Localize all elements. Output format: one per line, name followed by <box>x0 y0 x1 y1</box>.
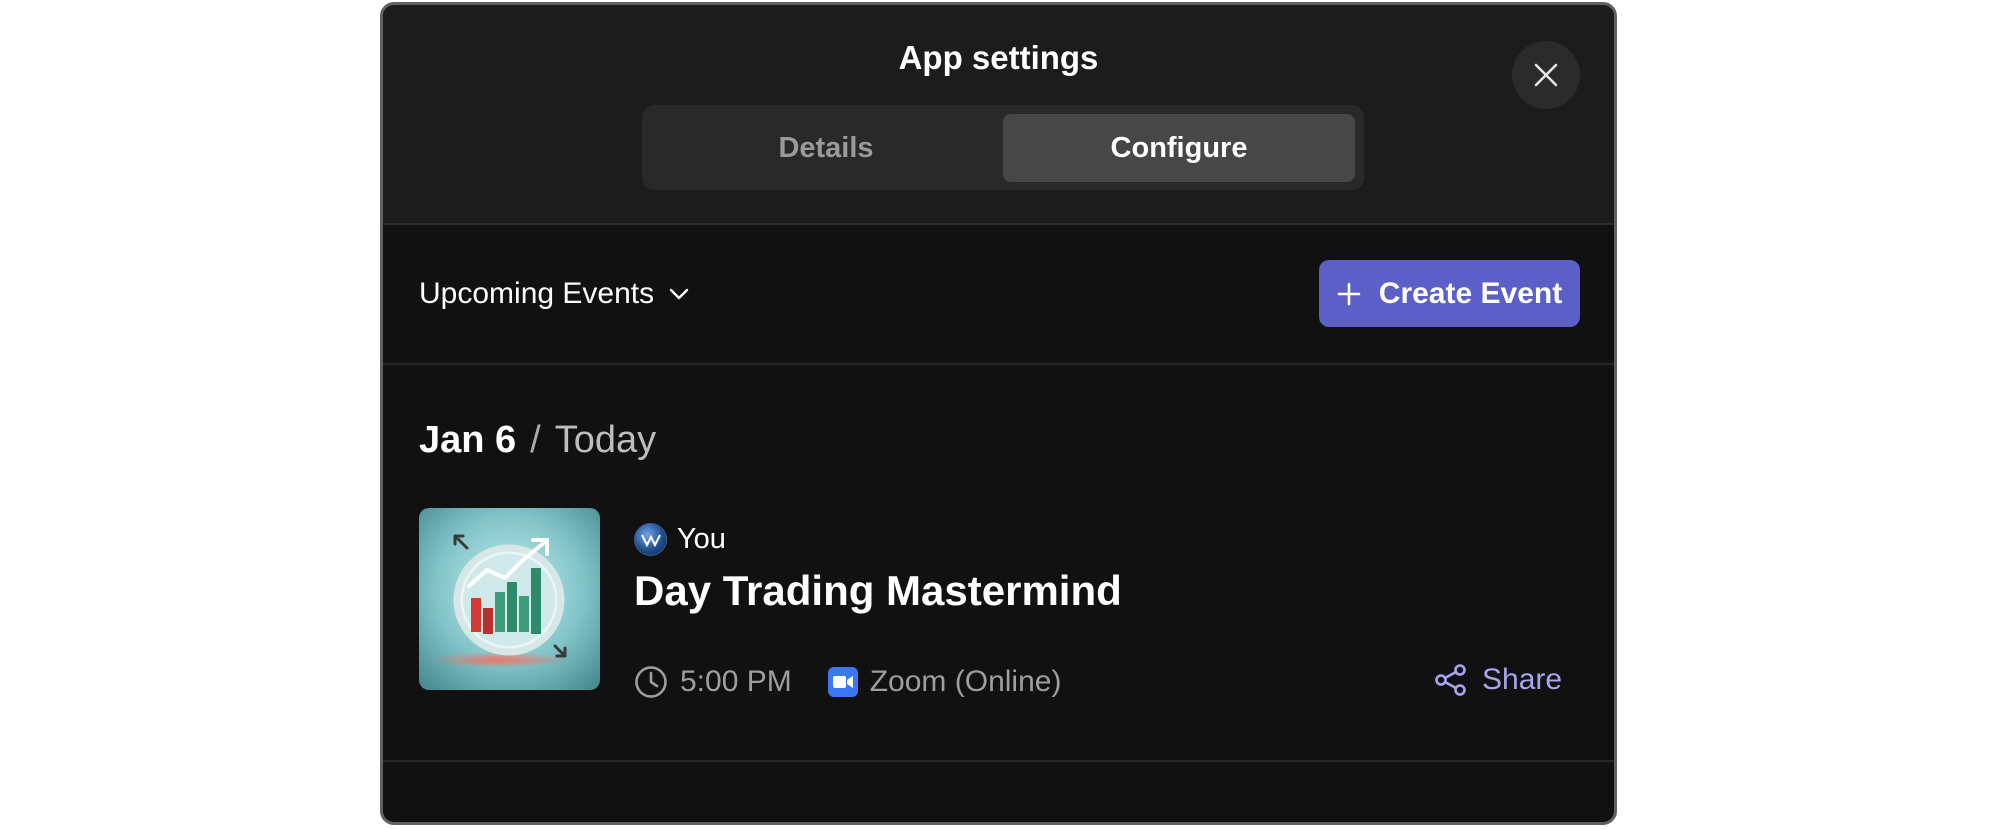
close-icon <box>1534 63 1558 87</box>
share-icon <box>1435 664 1466 696</box>
app-settings-dialog: App settings Details Configure Upcoming … <box>380 2 1617 825</box>
organizer-name: You <box>677 523 726 555</box>
event-title[interactable]: Day Trading Mastermind <box>634 567 1122 615</box>
relative-day: Today <box>554 419 657 461</box>
dialog-header: App settings Details Configure <box>383 5 1614 225</box>
avatar <box>634 523 667 556</box>
events-filter-dropdown[interactable]: Upcoming Events <box>419 277 690 311</box>
dialog-title: App settings <box>898 39 1099 76</box>
event-location: Zoom (Online) <box>827 665 1062 699</box>
date-separator: / <box>530 419 541 461</box>
event-time-text: 5:00 PM <box>680 665 792 698</box>
tab-group: Details Configure <box>642 105 1364 190</box>
events-toolbar: Upcoming Events Create Event <box>383 225 1614 365</box>
create-event-label: Create Event <box>1378 276 1563 310</box>
share-button[interactable]: Share <box>1434 663 1562 697</box>
tab-configure[interactable]: Configure <box>1003 114 1355 182</box>
event-organizer: You <box>634 523 726 556</box>
share-label: Share <box>1482 663 1563 696</box>
tab-details[interactable]: Details <box>650 114 1002 182</box>
list-divider <box>383 760 1614 762</box>
avatar-logo-icon <box>640 534 661 547</box>
event-date: Jan 6 <box>419 419 517 461</box>
chevron-down-icon <box>669 288 689 300</box>
event-location-text: Zoom (Online) <box>869 665 1062 698</box>
event-time: 5:00 PM <box>634 665 792 699</box>
filter-label: Upcoming Events <box>419 277 655 310</box>
clock-icon <box>635 666 667 698</box>
zoom-camera-icon <box>827 667 858 697</box>
plus-icon <box>1337 282 1361 305</box>
close-button[interactable] <box>1512 41 1580 109</box>
trading-chart-image <box>419 508 600 690</box>
event-meta: 5:00 PM Zoom (Online) <box>634 665 1061 699</box>
event-thumbnail[interactable] <box>419 508 600 690</box>
date-header: Jan 6 / Today <box>419 419 656 462</box>
create-event-button[interactable]: Create Event <box>1319 260 1580 327</box>
